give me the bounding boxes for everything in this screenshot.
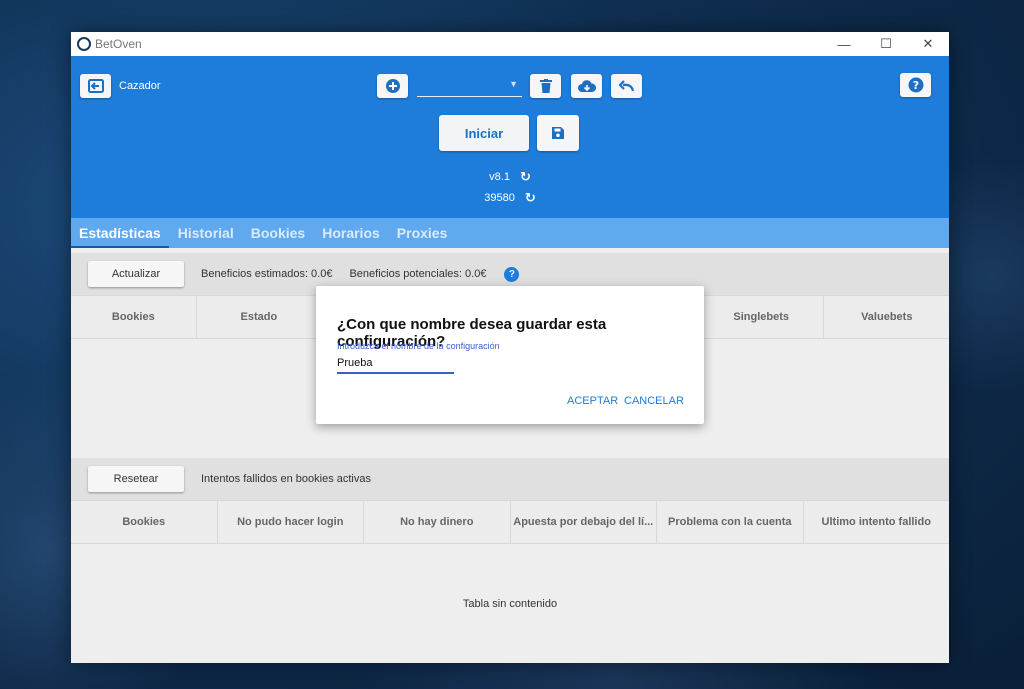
save-config-dialog: ¿Con que nombre desea guardar esta confi… [316, 286, 704, 424]
cancel-button[interactable]: CANCELAR [624, 395, 684, 407]
minimize-button[interactable]: — [823, 32, 865, 56]
close-button[interactable]: ✕ [907, 32, 949, 56]
app-logo-icon [77, 37, 91, 51]
title-bar: BetOven — ☐ ✕ [71, 32, 949, 56]
app-window: BetOven — ☐ ✕ Cazador ▼ ? Iniciar v8.1 ↻… [71, 32, 949, 663]
window-title: BetOven [95, 37, 142, 51]
config-name-input[interactable]: Prueba [337, 354, 454, 374]
window-controls: — ☐ ✕ [823, 32, 949, 56]
dialog-overlay: ¿Con que nombre desea guardar esta confi… [71, 56, 949, 663]
accept-button[interactable]: ACEPTAR [567, 395, 618, 407]
maximize-button[interactable]: ☐ [865, 32, 907, 56]
config-name-label: Introduzca el nombre de la configuración [337, 341, 500, 351]
